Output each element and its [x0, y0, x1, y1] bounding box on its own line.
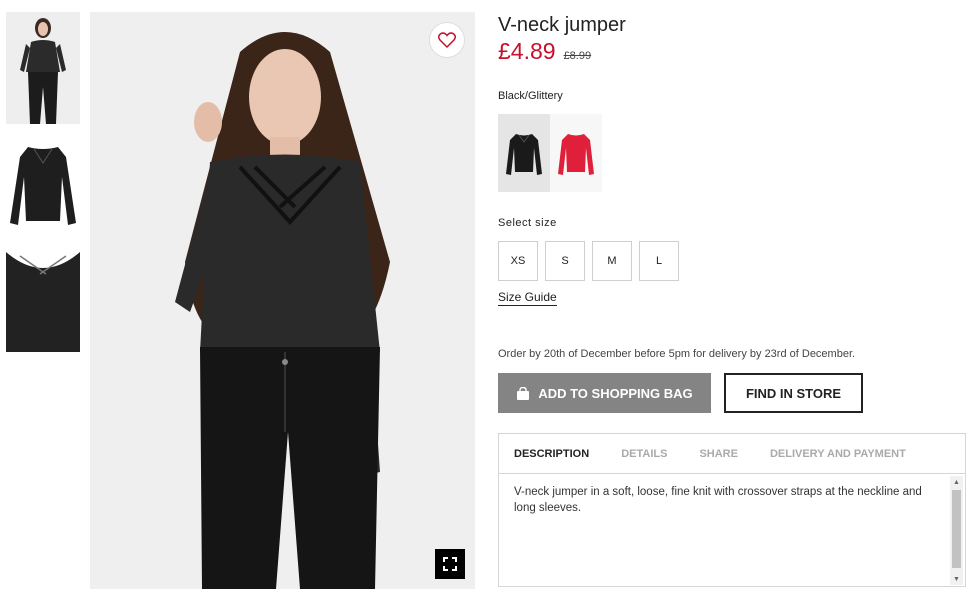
heart-icon	[438, 32, 456, 48]
fullscreen-icon	[443, 557, 457, 571]
thumbnail-garment-detail[interactable]	[6, 244, 80, 352]
favourite-button[interactable]	[429, 22, 465, 58]
price-row: £4.89 £8.99	[498, 38, 591, 65]
select-size-label: Select size	[498, 217, 557, 229]
current-price: £4.89	[498, 38, 556, 64]
thumbnail-list	[6, 12, 80, 352]
scroll-up-icon[interactable]: ▲	[950, 476, 963, 488]
add-to-bag-label: ADD TO SHOPPING BAG	[538, 385, 693, 401]
thumbnail-garment-flat[interactable]	[6, 137, 80, 231]
tab-share[interactable]: SHARE	[699, 448, 738, 460]
black-swatch[interactable]	[498, 114, 550, 192]
product-image	[90, 12, 475, 589]
product-title: V-neck jumper	[498, 14, 626, 36]
color-swatches	[498, 114, 602, 192]
tab-description[interactable]: DESCRIPTION	[514, 448, 589, 460]
original-price: £8.99	[563, 50, 592, 62]
tab-bar: DESCRIPTION DETAILS SHARE DELIVERY AND P…	[499, 434, 965, 474]
find-in-store-button[interactable]: FIND IN STORE	[724, 373, 863, 413]
tab-details[interactable]: DETAILS	[621, 448, 667, 460]
tab-delivery-and-payment[interactable]: DELIVERY AND PAYMENT	[770, 448, 906, 460]
size-option-s[interactable]: S	[545, 241, 585, 281]
size-option-l[interactable]: L	[639, 241, 679, 281]
color-label: Black/Glittery	[498, 90, 563, 102]
add-to-bag-button[interactable]: ADD TO SHOPPING BAG	[498, 373, 711, 413]
red-swatch[interactable]	[550, 114, 602, 192]
description-text: V-neck jumper in a soft, loose, fine kni…	[514, 486, 922, 514]
description-scrollbar[interactable]: ▲ ▼	[950, 476, 963, 585]
size-option-m[interactable]: M	[592, 241, 632, 281]
thumbnail-model[interactable]	[6, 12, 80, 124]
fullscreen-button[interactable]	[435, 549, 465, 579]
product-tabs: DESCRIPTION DETAILS SHARE DELIVERY AND P…	[498, 433, 966, 587]
shopping-bag-icon	[517, 386, 530, 400]
scroll-thumb[interactable]	[952, 490, 961, 568]
size-guide-link[interactable]: Size Guide	[498, 290, 557, 306]
size-options: XS S M L	[498, 241, 686, 281]
scroll-down-icon[interactable]: ▼	[950, 573, 963, 585]
delivery-note: Order by 20th of December before 5pm for…	[498, 348, 856, 360]
size-option-xs[interactable]: XS	[498, 241, 538, 281]
model-photo	[90, 12, 475, 589]
